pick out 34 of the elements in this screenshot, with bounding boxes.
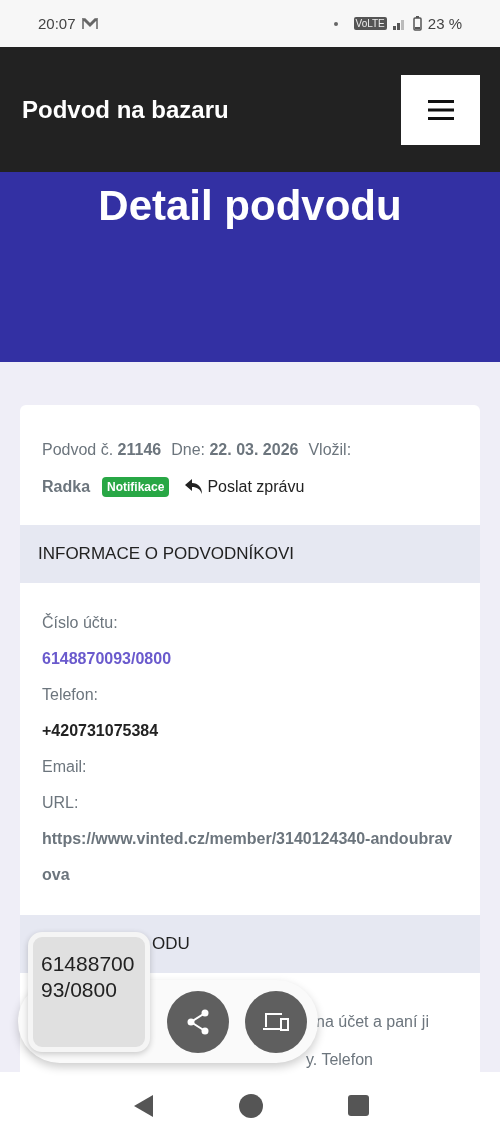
- clock: 20:07: [38, 15, 76, 32]
- menu-button[interactable]: [401, 74, 480, 145]
- fraud-number: Podvod č. 21146: [42, 440, 162, 459]
- devices-icon: [262, 1012, 290, 1032]
- account-link[interactable]: 6148870093/0800: [42, 641, 458, 677]
- author-label: Vložil:: [308, 440, 352, 459]
- recents-icon[interactable]: [347, 1095, 369, 1116]
- field-label: Číslo účtu:: [42, 612, 119, 633]
- field-value: +420731075384: [42, 721, 160, 741]
- send-message-link[interactable]: Poslat zprávu: [185, 477, 305, 496]
- field-label: Email:: [42, 757, 88, 777]
- home-icon[interactable]: [238, 1093, 263, 1118]
- reply-icon: [185, 479, 204, 494]
- page-title: Detail podvodu: [98, 182, 402, 231]
- field-label: URL:: [42, 793, 80, 813]
- description-text: y. Telefon: [306, 1051, 373, 1068]
- clipboard-preview[interactable]: 6148870093/0800: [28, 932, 150, 1052]
- network-badge: VoLTE: [353, 17, 387, 30]
- field-value: https://www.vinted.cz/member/3140124340-andoubravova: [42, 829, 454, 885]
- battery-icon: [412, 16, 422, 31]
- dot-icon: [333, 21, 338, 26]
- menu-icon: [427, 99, 454, 120]
- signal-icon: [392, 17, 407, 30]
- device-button[interactable]: [245, 991, 307, 1053]
- mail-icon: [81, 17, 98, 30]
- notification-badge: Notifikace: [102, 476, 170, 497]
- fraud-date: Dne: 22. 03. 2026: [171, 440, 299, 459]
- section-header: INFORMACE O PODVODNÍKOVI: [20, 525, 480, 583]
- description-text: na účet a paní ji: [316, 1013, 429, 1030]
- share-icon: [186, 1009, 210, 1035]
- battery-percent: 23 %: [427, 15, 462, 32]
- field-label: Telefon:: [42, 685, 100, 705]
- author-name: Radka: [42, 477, 91, 496]
- site-title[interactable]: Podvod na bazaru: [22, 95, 229, 124]
